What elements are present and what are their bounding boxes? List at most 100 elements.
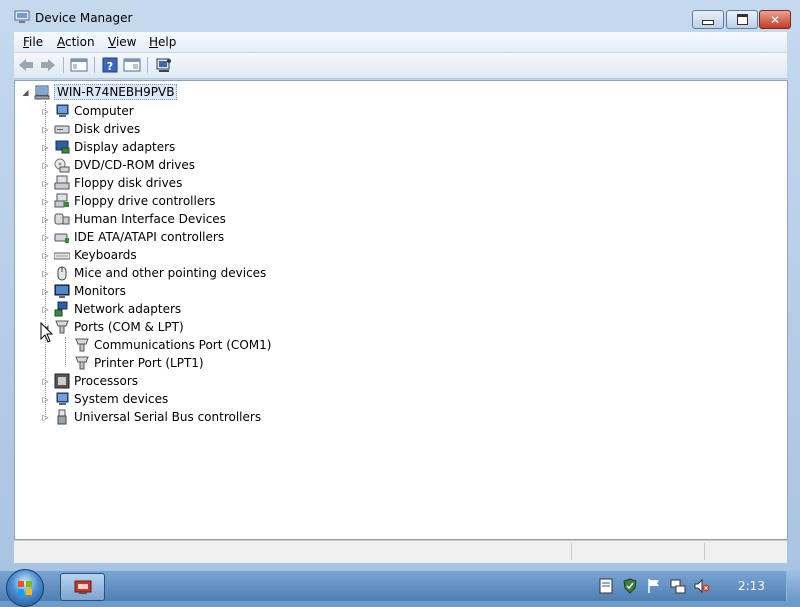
properties-icon <box>123 58 141 72</box>
menu-file-label: ile <box>29 35 44 49</box>
expand-arrow-icon[interactable]: ▷ <box>41 269 50 278</box>
action-center-flag-icon <box>648 579 659 593</box>
tree-item-floppy-drive-controllers[interactable]: ▷ Floppy drive controllers <box>41 192 215 210</box>
tray-volume[interactable] <box>694 578 710 594</box>
help-icon: ? <box>102 57 118 73</box>
expand-arrow-icon[interactable]: ▷ <box>41 161 50 170</box>
tree-item-lpt1[interactable]: Printer Port (LPT1) <box>74 354 204 372</box>
expand-arrow-icon[interactable]: ▷ <box>41 143 50 152</box>
show-hide-console-tree-icon <box>70 58 88 72</box>
menu-view-mnemonic: V <box>108 35 116 49</box>
tray-security[interactable] <box>622 578 638 594</box>
expand-arrow-icon[interactable]: ▷ <box>41 233 50 242</box>
properties-button[interactable] <box>122 56 142 74</box>
toolbar-separator <box>63 57 64 73</box>
computer-root-icon <box>34 85 50 100</box>
tree-item-system-devices[interactable]: ▷ System devices <box>41 390 168 408</box>
show-desktop-button[interactable] <box>786 571 800 601</box>
tree-item-label: System devices <box>74 392 169 406</box>
forward-button[interactable] <box>38 56 58 74</box>
toolbar-separator <box>94 57 95 73</box>
communications-port-icon <box>75 338 89 352</box>
expand-arrow-icon[interactable]: ▷ <box>41 107 50 116</box>
tree-item-dvd-cdrom[interactable]: ▷ DVD/CD-ROM drives <box>41 156 195 174</box>
tree-item-ide-controllers[interactable]: ▷ IDE ATA/ATAPI controllers <box>41 228 224 246</box>
start-button[interactable] <box>6 569 44 607</box>
expand-arrow-icon[interactable]: ▷ <box>41 305 50 314</box>
taskbar-device-manager-button[interactable] <box>60 573 105 601</box>
status-divider <box>704 543 705 560</box>
tree-root-label: WIN-R74NEBH9PVB <box>54 84 178 100</box>
back-button[interactable] <box>16 56 36 74</box>
menu-view-label: iew <box>115 35 137 49</box>
minimize-button[interactable] <box>692 10 724 29</box>
tree-item-label: Processors <box>74 374 139 388</box>
tree-item-disk-drives[interactable]: ▷ Disk drives <box>41 120 140 138</box>
tree-item-ports[interactable]: ◢ Ports (COM & LPT) <box>41 318 183 336</box>
tray-document[interactable] <box>598 578 614 594</box>
expand-arrow-icon[interactable]: ▷ <box>41 251 50 260</box>
status-divider <box>571 543 572 560</box>
tree-item-mice[interactable]: ▷ Mice and other pointing devices <box>41 264 266 282</box>
expand-arrow-icon[interactable]: ▷ <box>41 125 50 134</box>
expand-arrow-icon[interactable]: ▷ <box>41 395 50 404</box>
svg-text:?: ? <box>107 60 113 73</box>
tree-item-label: Keyboards <box>74 248 137 262</box>
title-bar[interactable]: Device Manager ✕ <box>0 0 800 32</box>
menu-action[interactable]: Action <box>57 35 95 49</box>
scan-hardware-button[interactable] <box>154 56 174 74</box>
security-shield-icon <box>623 578 637 594</box>
tree-item-label: Computer <box>74 104 134 118</box>
expand-arrow-icon[interactable]: ▷ <box>41 377 50 386</box>
tree-item-label: IDE ATA/ATAPI controllers <box>74 230 225 244</box>
expand-arrow-icon[interactable]: ▷ <box>41 197 50 206</box>
tree-item-label: Floppy drive controllers <box>74 194 216 208</box>
hid-icon <box>54 213 70 225</box>
tree-item-label: DVD/CD-ROM drives <box>74 158 196 172</box>
show-hide-tree-button[interactable] <box>69 56 89 74</box>
taskbar: 2:13 <box>0 569 800 607</box>
device-tree[interactable]: ◢ WIN-R74NEBH9PVB ▷ Computer ▷ Disk driv… <box>14 80 788 540</box>
tree-item-hid[interactable]: ▷ Human Interface Devices <box>41 210 226 228</box>
monitor-icon <box>54 284 70 298</box>
expand-arrow-icon[interactable]: ▷ <box>41 413 50 422</box>
expand-arrow-icon[interactable]: ▷ <box>41 215 50 224</box>
menu-help-label: elp <box>158 35 177 49</box>
document-icon <box>599 578 613 594</box>
menu-file[interactable]: File <box>23 35 43 49</box>
collapse-arrow-icon[interactable]: ◢ <box>21 88 30 97</box>
maximize-button[interactable] <box>726 10 758 29</box>
expand-arrow-icon[interactable]: ▷ <box>41 179 50 188</box>
tree-root-node[interactable]: ◢ WIN-R74NEBH9PVB <box>21 83 178 101</box>
printer-port-icon <box>75 356 89 370</box>
tree-item-com1[interactable]: Communications Port (COM1) <box>74 336 271 354</box>
mouse-cursor-icon <box>40 322 54 343</box>
tree-item-processors[interactable]: ▷ Processors <box>41 372 138 390</box>
tree-item-label: Communications Port (COM1) <box>94 338 272 352</box>
display-adapter-icon <box>55 140 70 154</box>
scan-hardware-icon <box>156 58 171 72</box>
tree-item-keyboards[interactable]: ▷ Keyboards <box>41 246 137 264</box>
tray-action-center[interactable] <box>646 578 662 594</box>
back-arrow-icon <box>19 59 33 71</box>
close-button[interactable]: ✕ <box>759 10 791 29</box>
menu-bar: File Action View Help <box>14 32 787 53</box>
tree-item-network-adapters[interactable]: ▷ Network adapters <box>41 300 181 318</box>
forward-arrow-icon <box>41 59 55 71</box>
tree-item-label: Printer Port (LPT1) <box>94 356 204 370</box>
tray-network[interactable] <box>670 578 686 594</box>
network-adapter-icon <box>54 301 68 317</box>
tree-item-floppy-disk-drives[interactable]: ▷ Floppy disk drives <box>41 174 182 192</box>
tree-item-usb-controllers[interactable]: ▷ Universal Serial Bus controllers <box>41 408 261 426</box>
help-button[interactable]: ? <box>100 56 120 74</box>
expand-arrow-icon[interactable]: ▷ <box>41 287 50 296</box>
taskbar-clock[interactable]: 2:13 <box>738 579 765 593</box>
windows-start-icon <box>18 581 32 595</box>
tree-item-monitors[interactable]: ▷ Monitors <box>41 282 126 300</box>
tree-item-label: Human Interface Devices <box>74 212 226 226</box>
tree-item-computer[interactable]: ▷ Computer <box>41 102 134 120</box>
menu-help[interactable]: Help <box>149 35 176 49</box>
port-icon <box>55 320 69 334</box>
menu-view[interactable]: View <box>108 35 136 49</box>
tree-item-display-adapters[interactable]: ▷ Display adapters <box>41 138 175 156</box>
